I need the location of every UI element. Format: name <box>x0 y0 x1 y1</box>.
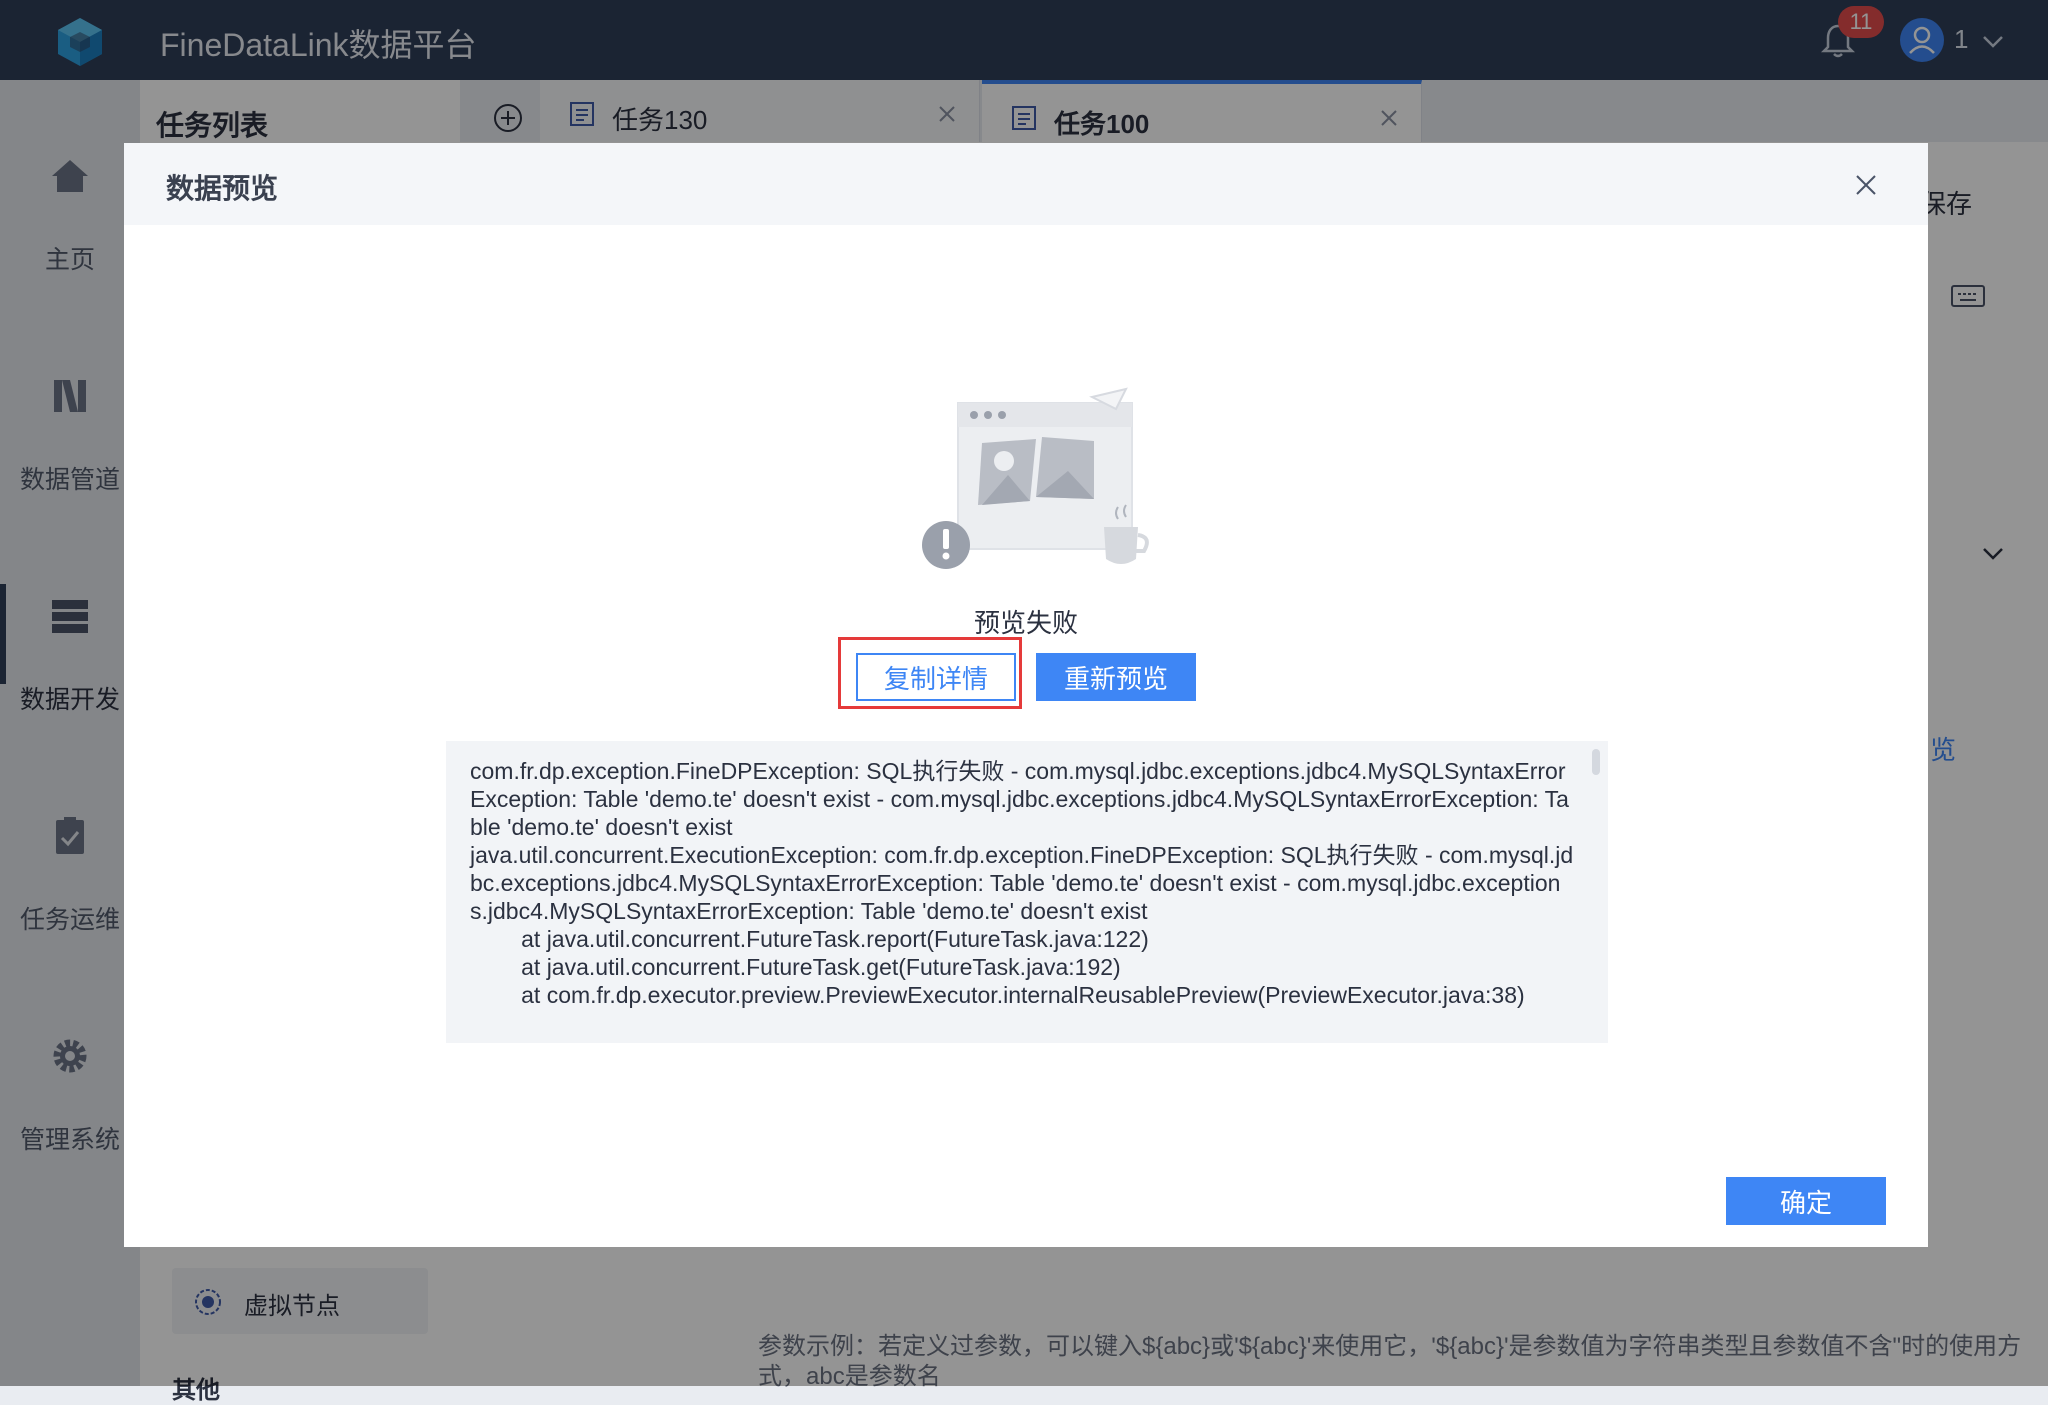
copy-details-button[interactable]: 复制详情 <box>856 653 1016 701</box>
close-icon[interactable] <box>1852 171 1880 199</box>
dialog-title: 数据预览 <box>166 173 279 204</box>
error-detail-box[interactable]: com.fr.dp.exception.FineDPException: SQL… <box>446 741 1608 1043</box>
dialog-header: 数据预览 <box>124 143 1928 225</box>
preview-status-text: 预览失败 <box>973 608 1078 638</box>
data-preview-dialog: 数据预览 预览失败 复制详情 重新预览 com.fr.dp.exception.… <box>124 143 1928 1247</box>
preview-failed-illustration <box>922 387 1149 569</box>
confirm-button[interactable]: 确定 <box>1726 1177 1886 1225</box>
scrollbar-thumb[interactable] <box>1592 749 1600 775</box>
repreview-button[interactable]: 重新预览 <box>1036 653 1196 701</box>
error-detail-text: com.fr.dp.exception.FineDPException: SQL… <box>470 758 1574 1008</box>
